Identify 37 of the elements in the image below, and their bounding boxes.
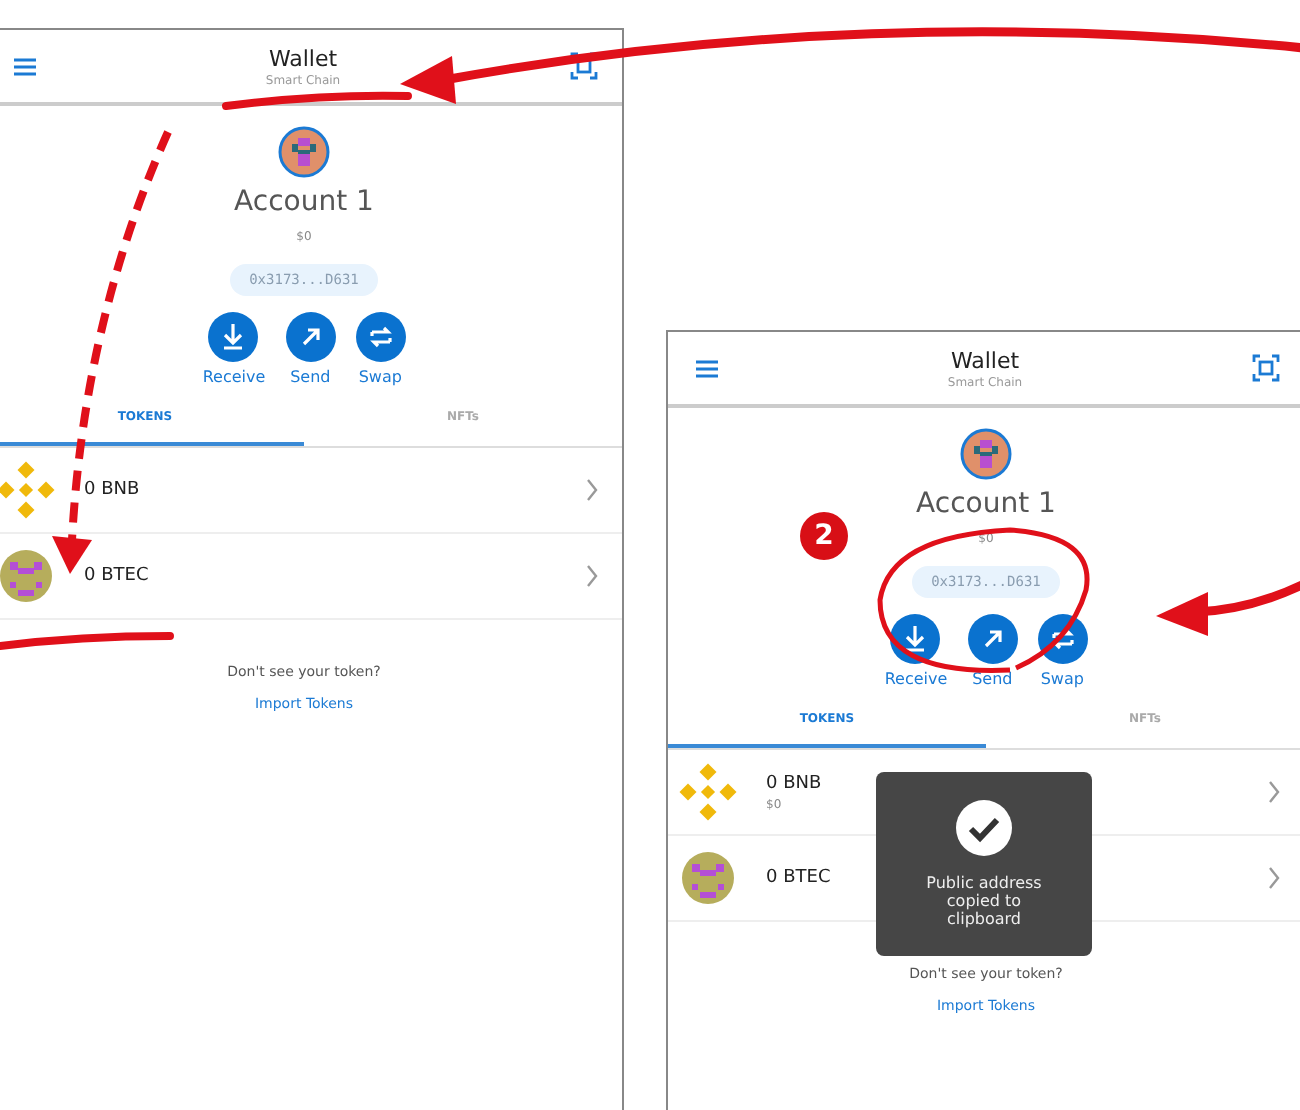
action-button[interactable]: Send	[967, 614, 1018, 688]
wallet-title: Wallet	[950, 347, 1020, 373]
swap-icon	[355, 312, 406, 362]
menu-icon[interactable]	[696, 359, 718, 377]
token-amount: 0 BTEC	[766, 868, 831, 888]
token-row[interactable]: 0 BNB	[0, 448, 622, 534]
token-icon	[682, 852, 734, 904]
menu-icon[interactable]	[14, 57, 36, 75]
send-icon	[285, 312, 336, 362]
receive-icon	[890, 614, 941, 664]
token-icon	[0, 550, 52, 602]
account-name: Account 1	[916, 488, 1056, 520]
wallet-title: Wallet	[268, 45, 338, 71]
action-button[interactable]: Swap	[355, 312, 406, 386]
action-button[interactable]: Receive	[884, 614, 948, 688]
annotation-arrow	[1156, 579, 1300, 636]
action-button[interactable]: Send	[285, 312, 336, 386]
receive-icon	[208, 312, 259, 362]
bnb-token-icon	[0, 460, 56, 520]
account-name: Account 1	[234, 186, 374, 218]
check-icon	[956, 800, 1012, 856]
chevron-icon	[586, 564, 598, 588]
swap-icon	[1037, 614, 1088, 664]
token-amount: 0 BTEC	[84, 566, 149, 586]
token-amount: 0 BNB	[84, 480, 140, 500]
action-button[interactable]: Swap	[1037, 614, 1088, 688]
bnb-token-icon	[678, 762, 738, 822]
scan-icon[interactable]	[569, 52, 598, 80]
chevron-icon	[1268, 866, 1280, 890]
send-icon	[967, 614, 1018, 664]
scan-icon[interactable]	[1251, 354, 1280, 382]
chevron-icon	[1268, 780, 1280, 804]
avatar-icon	[960, 428, 1012, 480]
action-button[interactable]: Receive	[202, 312, 266, 386]
avatar-icon	[278, 126, 330, 178]
chevron-icon	[586, 478, 598, 502]
token-amount: 0 BNB	[766, 773, 822, 793]
